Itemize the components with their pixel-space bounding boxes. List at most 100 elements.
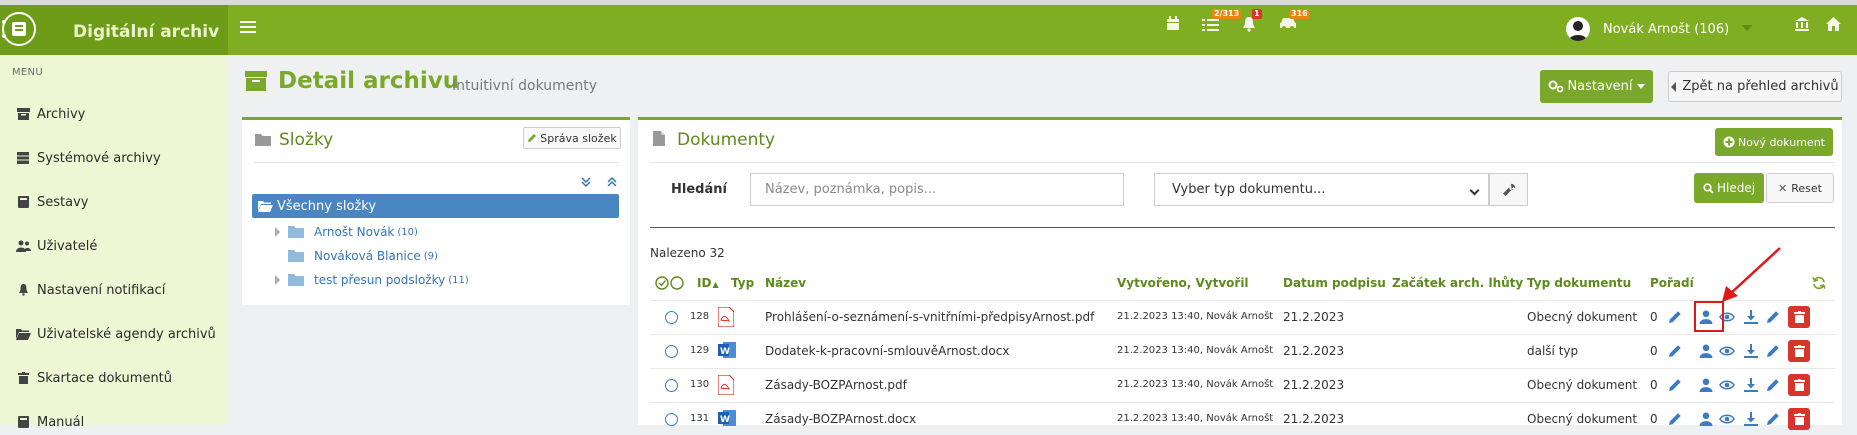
document-type-select[interactable]: Vyber typ dokumentu... <box>1154 173 1489 206</box>
pdf-file-icon <box>717 374 735 399</box>
delete-button[interactable] <box>1788 340 1810 362</box>
cell-name[interactable]: Dodatek-k-pracovní-smlouvěArnost.docx <box>765 344 1009 358</box>
delete-button[interactable] <box>1788 408 1810 430</box>
refresh-icon[interactable] <box>1812 276 1826 290</box>
eye-icon[interactable] <box>1719 377 1735 393</box>
folder-name: Arnošt Novák <box>314 225 395 239</box>
sidebar-item-users[interactable]: Uživatelé <box>15 236 97 256</box>
manage-folders-button[interactable]: Správa složek <box>523 127 621 149</box>
tree-item-folder[interactable]: Arnošt Novák (10) <box>288 223 418 241</box>
users-icon <box>15 239 31 253</box>
edit-icon[interactable] <box>1765 309 1781 325</box>
sidebar-item-shredding[interactable]: Skartace dokumentů <box>15 368 172 388</box>
row-select-radio[interactable] <box>665 413 678 426</box>
sidebar-item-label: Skartace dokumentů <box>37 370 173 386</box>
edit-order-icon[interactable] <box>1667 343 1683 359</box>
collapse-all-icon[interactable] <box>580 176 592 188</box>
column-signed[interactable]: Datum podpisu <box>1283 276 1386 290</box>
settings-button[interactable]: Nastavení <box>1540 70 1653 103</box>
table-row[interactable]: 130 Zásady-BOZPArnost.pdf 21.2.2023 13:40,… <box>650 368 1835 401</box>
sidebar-item-archivy[interactable]: Archivy <box>15 104 85 124</box>
download-icon[interactable] <box>1743 309 1759 325</box>
home-icon[interactable] <box>1825 16 1847 36</box>
column-order[interactable]: Pořadí <box>1650 276 1694 290</box>
svg-text:W: W <box>720 347 730 357</box>
trash-icon <box>1793 379 1805 391</box>
app-title[interactable]: Digitální archiv <box>73 22 219 42</box>
tree-item-folder[interactable]: Nováková Blanice (9) <box>288 247 438 265</box>
search-label: Hledání <box>671 182 727 197</box>
cell-order: 0 <box>1650 344 1658 358</box>
edit-order-icon[interactable] <box>1667 309 1683 325</box>
folder-icon <box>255 134 271 146</box>
server-icon <box>15 151 31 165</box>
table-row[interactable]: 128 Prohlášení-o-seznámení-s-vnitřními-př… <box>650 300 1835 333</box>
eye-icon[interactable] <box>1719 343 1735 359</box>
sidebar-item-manual[interactable]: Manuál <box>15 412 84 432</box>
tasks-icon[interactable]: 2/313 <box>1202 9 1242 36</box>
institution-icon[interactable] <box>1794 16 1816 36</box>
folder-open-icon <box>258 201 273 212</box>
car-icon[interactable]: 316 <box>1279 9 1310 36</box>
delete-button[interactable] <box>1788 374 1810 396</box>
column-type[interactable]: Typ <box>731 276 754 290</box>
menu-toggle-icon[interactable] <box>240 21 256 34</box>
divider <box>650 162 1835 163</box>
row-select-radio[interactable] <box>665 379 678 392</box>
cell-doc-type: Obecný dokument <box>1527 412 1638 426</box>
edit-icon[interactable] <box>1765 377 1781 393</box>
download-icon[interactable] <box>1743 343 1759 359</box>
sidebar-item-notification-settings[interactable]: Nastavení notifikací <box>15 280 165 300</box>
delete-button[interactable] <box>1788 306 1810 328</box>
new-document-label: Nový dokument <box>1738 135 1825 149</box>
cell-name[interactable]: Zásady-BOZPArnost.docx <box>765 412 916 426</box>
plus-circle-icon <box>1723 136 1735 148</box>
column-doc-type[interactable]: Typ dokumentu <box>1527 276 1631 290</box>
cell-name[interactable]: Zásady-BOZPArnost.pdf <box>765 378 907 392</box>
cell-name[interactable]: Prohlášení-o-seznámení-s-vnitřními-předp… <box>765 310 1094 324</box>
user-icon[interactable] <box>1698 377 1714 393</box>
folder-name: test přesun podsložky <box>314 273 446 287</box>
search-input[interactable] <box>750 173 1124 206</box>
tree-item-all-folders[interactable]: Všechny složky <box>252 194 619 218</box>
column-created[interactable]: Vytvořeno, Vytvořil <box>1117 276 1249 290</box>
bell-icon[interactable]: 1 <box>1242 9 1264 36</box>
table-row[interactable]: 129 W Dodatek-k-pracovní-smlouvěArnost.doc… <box>650 334 1835 367</box>
expand-all-icon[interactable] <box>606 176 618 188</box>
sidebar-item-reports[interactable]: Sestavy <box>15 192 88 212</box>
user-icon[interactable] <box>1698 343 1714 359</box>
column-name[interactable]: Název <box>765 276 806 290</box>
divider <box>650 227 1835 228</box>
column-retention[interactable]: Začátek arch. lhůty <box>1392 276 1523 290</box>
divider <box>254 162 619 163</box>
folders-title: Složky <box>279 130 334 150</box>
edit-order-icon[interactable] <box>1667 377 1683 393</box>
book-icon <box>15 415 31 429</box>
sidebar-item-system-archives[interactable]: Systémové archivy <box>15 148 161 168</box>
sidebar-item-user-agendas[interactable]: Uživatelské agendy archivů <box>15 324 216 344</box>
column-id[interactable]: ID▲ <box>697 276 719 290</box>
row-select-radio[interactable] <box>665 311 678 324</box>
file-icon <box>653 131 665 146</box>
select-all-icon[interactable] <box>655 276 685 290</box>
reset-button[interactable]: ✕ Reset <box>1766 173 1834 203</box>
expand-arrow-icon[interactable] <box>275 275 280 285</box>
logo-area[interactable]: Digitální archiv <box>0 5 228 55</box>
expand-arrow-icon[interactable] <box>275 227 280 237</box>
new-document-button[interactable]: Nový dokument <box>1715 128 1833 156</box>
calendar-icon[interactable] <box>1166 16 1188 36</box>
user-name[interactable]: Novák Arnošt (106) <box>1603 22 1729 37</box>
back-to-archives-button[interactable]: Zpět na přehled archivů <box>1668 71 1842 102</box>
search-button[interactable]: Hledej <box>1694 173 1764 203</box>
row-select-radio[interactable] <box>665 345 678 358</box>
table-row[interactable]: 131 W Zásady-BOZPArnost.docx 21.2.2023 13:4… <box>650 402 1835 435</box>
wrench-button[interactable] <box>1489 173 1528 206</box>
download-icon[interactable] <box>1743 377 1759 393</box>
annotation-arrow <box>1722 247 1781 302</box>
tree-item-folder[interactable]: test přesun podsložky (11) <box>288 271 469 289</box>
avatar[interactable] <box>1566 17 1590 41</box>
book-icon <box>15 195 31 209</box>
user-menu-caret-icon[interactable] <box>1742 25 1752 31</box>
edit-icon[interactable] <box>1765 343 1781 359</box>
cell-signed: 21.2.2023 <box>1283 344 1345 358</box>
